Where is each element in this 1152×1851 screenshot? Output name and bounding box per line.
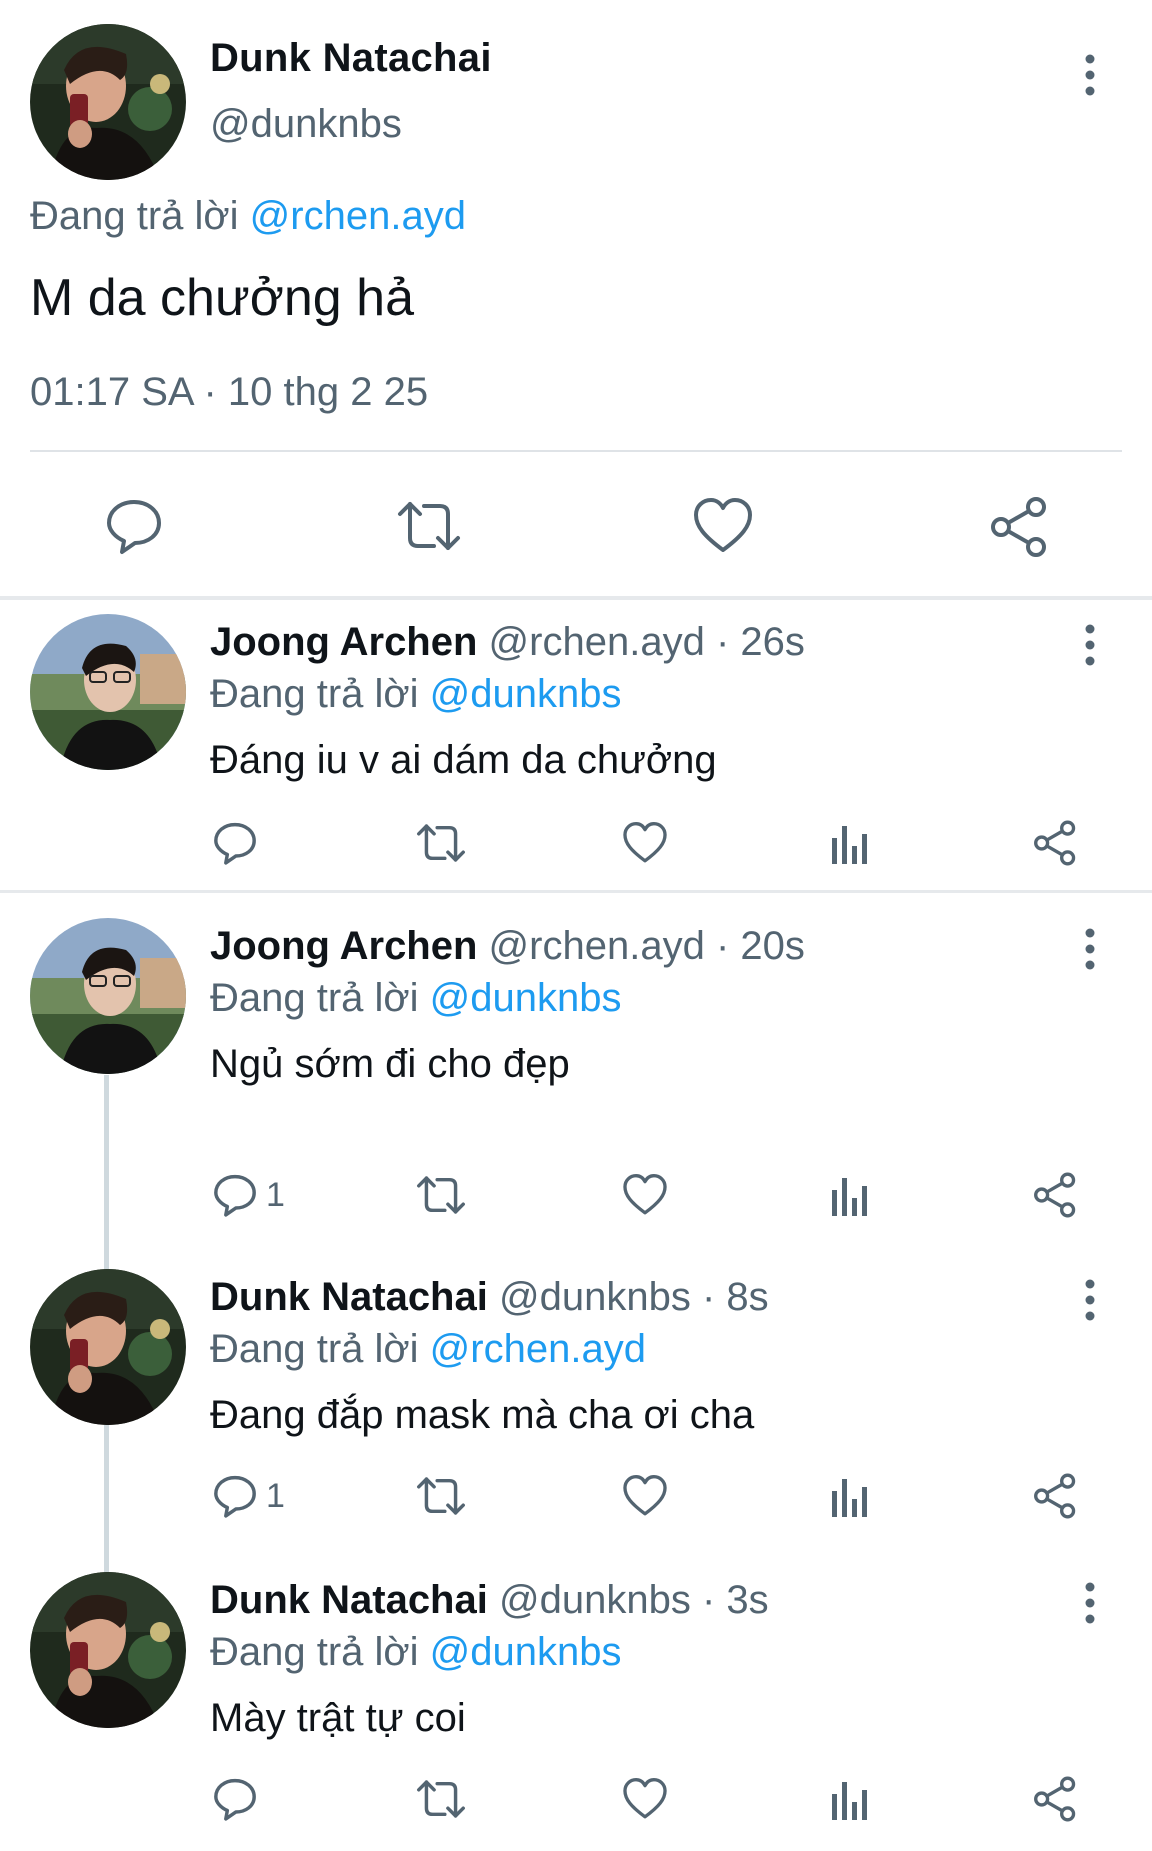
reply-count: 1 <box>266 1175 285 1214</box>
tweet-header: Joong Archen @rchen.ayd · 26s <box>210 620 805 665</box>
analytics-icon[interactable] <box>830 822 870 864</box>
replying-to-label: Đang trả lời <box>210 672 419 716</box>
reply-action[interactable]: 1 <box>212 1172 285 1218</box>
avatar[interactable] <box>30 1269 186 1425</box>
section-divider <box>0 890 1152 893</box>
reply-tweet[interactable]: Joong Archen @rchen.ayd · 26s Đang trả l… <box>0 598 1152 892</box>
replying-to-label: Đang trả lời <box>210 1630 419 1674</box>
avatar[interactable] <box>30 24 186 180</box>
tweet-timestamp[interactable]: 01:17 SA · 10 thg 2 25 <box>30 370 428 415</box>
more-options-icon[interactable] <box>1070 926 1110 972</box>
replying-to-line: Đang trả lời @dunknbs <box>210 672 622 717</box>
reply-icon[interactable] <box>212 1473 258 1519</box>
replying-to-label: Đang trả lời <box>210 976 419 1020</box>
share-icon[interactable] <box>1032 1172 1078 1218</box>
reply-tweet[interactable]: Dunk Natachai @dunknbs · 3s Đang trả lời… <box>0 1556 1152 1851</box>
author-name[interactable]: Dunk Natachai <box>210 36 492 81</box>
replying-to-line: Đang trả lời @dunknbs <box>210 976 622 1021</box>
reply-count: 1 <box>266 1476 285 1515</box>
author-handle[interactable]: @dunknbs <box>499 1275 691 1319</box>
retweet-icon[interactable] <box>414 1172 468 1218</box>
analytics-icon[interactable] <box>830 1174 870 1216</box>
replying-to-line: Đang trả lời @rchen.ayd <box>210 1327 646 1372</box>
tweet-text: Đáng iu v ai dám da chưởng <box>210 738 717 782</box>
tweet-text: Ngủ sớm đi cho đẹp <box>210 1042 570 1086</box>
replying-to-mention[interactable]: @rchen.ayd <box>430 1327 646 1371</box>
more-options-icon[interactable] <box>1070 622 1110 668</box>
main-tweet: Dunk Natachai @dunknbs Đang trả lời @rch… <box>0 0 1152 596</box>
reply-icon[interactable] <box>104 496 164 556</box>
more-options-icon[interactable] <box>1070 1277 1110 1323</box>
tweet-time[interactable]: · 20s <box>716 924 805 968</box>
avatar[interactable] <box>30 614 186 770</box>
tweet-text: Mày trật tự coi <box>210 1696 466 1740</box>
analytics-icon[interactable] <box>830 1475 870 1517</box>
avatar[interactable] <box>30 1572 186 1728</box>
share-icon[interactable] <box>988 496 1050 558</box>
retweet-icon[interactable] <box>414 1473 468 1519</box>
replying-to-mention[interactable]: @dunknbs <box>430 672 622 716</box>
analytics-icon[interactable] <box>830 1778 870 1820</box>
author-name[interactable]: Dunk Natachai <box>210 1275 488 1319</box>
replying-to-line: Đang trả lời @dunknbs <box>210 1630 622 1675</box>
avatar[interactable] <box>30 918 186 1074</box>
reply-icon[interactable] <box>212 1776 258 1822</box>
share-icon[interactable] <box>1032 1473 1078 1519</box>
tweet-time[interactable]: · 8s <box>702 1275 769 1319</box>
like-icon[interactable] <box>622 1776 668 1822</box>
author-handle[interactable]: @rchen.ayd <box>489 924 705 968</box>
tweet-header: Joong Archen @rchen.ayd · 20s <box>210 924 805 969</box>
author-name[interactable]: Joong Archen <box>210 620 477 664</box>
replying-to-mention[interactable]: @dunknbs <box>430 976 622 1020</box>
tweet-time[interactable]: · 3s <box>702 1578 769 1622</box>
replying-to-mention[interactable]: @rchen.ayd <box>250 194 466 238</box>
tweet-header: Dunk Natachai @dunknbs · 3s <box>210 1578 769 1623</box>
like-icon[interactable] <box>692 496 754 556</box>
reply-action[interactable]: 1 <box>212 1473 285 1519</box>
replying-to-mention[interactable]: @dunknbs <box>430 1630 622 1674</box>
tweet-text: M da chưởng hả <box>30 269 415 327</box>
like-icon[interactable] <box>622 1473 668 1519</box>
like-icon[interactable] <box>622 1172 668 1218</box>
author-handle[interactable]: @rchen.ayd <box>489 620 705 664</box>
share-icon[interactable] <box>1032 1776 1078 1822</box>
tweet-text: Đang đắp mask mà cha ơi cha <box>210 1393 755 1437</box>
more-options-icon[interactable] <box>1070 52 1110 98</box>
divider <box>30 450 1122 452</box>
reply-icon[interactable] <box>212 1172 258 1218</box>
author-handle[interactable]: @dunknbs <box>499 1578 691 1622</box>
author-handle[interactable]: @dunknbs <box>210 102 402 147</box>
reply-tweet[interactable]: Dunk Natachai @dunknbs · 8s Đang trả lời… <box>0 1253 1152 1553</box>
more-options-icon[interactable] <box>1070 1580 1110 1626</box>
like-icon[interactable] <box>622 820 668 866</box>
retweet-icon[interactable] <box>414 1776 468 1822</box>
share-icon[interactable] <box>1032 820 1078 866</box>
replying-to-label: Đang trả lời <box>210 1327 419 1371</box>
tweet-time[interactable]: · 26s <box>716 620 805 664</box>
retweet-icon[interactable] <box>394 496 464 556</box>
replying-to-line: Đang trả lời @rchen.ayd <box>30 194 466 239</box>
reply-icon[interactable] <box>212 820 258 866</box>
retweet-icon[interactable] <box>414 820 468 866</box>
author-name[interactable]: Dunk Natachai <box>210 1578 488 1622</box>
tweet-header: Dunk Natachai @dunknbs · 8s <box>210 1275 769 1320</box>
author-name[interactable]: Joong Archen <box>210 924 477 968</box>
reply-tweet[interactable]: Joong Archen @rchen.ayd · 20s Đang trả l… <box>0 902 1152 1252</box>
replying-to-label: Đang trả lời <box>30 194 239 238</box>
